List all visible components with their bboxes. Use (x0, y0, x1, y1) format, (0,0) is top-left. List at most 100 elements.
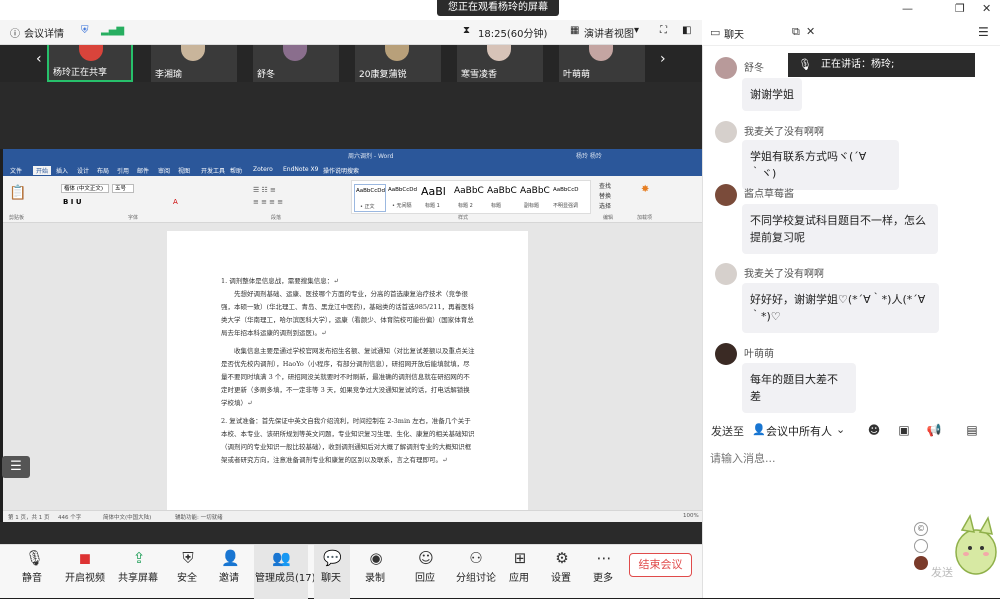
settings-button[interactable]: ⚙ 设置 (548, 545, 576, 599)
copyright-icon[interactable]: © (914, 522, 928, 536)
find-button[interactable]: 查找 (599, 181, 611, 190)
font-color-icon[interactable]: A (173, 198, 178, 206)
tab-references[interactable]: 引用 (117, 166, 129, 175)
align-icon[interactable]: ≡ ≡ ≡ ≡ (253, 198, 283, 206)
gear-icon: ⚙ (555, 549, 569, 567)
signal-icon[interactable]: ▂▄▆ (101, 25, 124, 36)
tab-mailings[interactable]: 邮件 (137, 166, 149, 175)
tab-file[interactable]: 文件 (10, 166, 22, 175)
more-button[interactable]: ⋯ 更多 (590, 545, 618, 599)
tab-design[interactable]: 设计 (77, 166, 89, 175)
end-meeting-button[interactable]: 结束会议 (629, 553, 692, 577)
video-tile[interactable]: 20康复蒲锐 (355, 45, 441, 82)
gear-icon[interactable] (914, 556, 928, 570)
apps-icon: ⊞ (513, 549, 527, 567)
tab-layout[interactable]: 布局 (97, 166, 109, 175)
info-icon[interactable]: ⓘ (10, 25, 20, 40)
send-to-select[interactable]: 会议中所有人 (766, 423, 832, 439)
tab-help[interactable]: 帮助 (230, 166, 242, 175)
security-button[interactable]: ⛨ 安全 (172, 545, 204, 599)
add-user-icon: 👤 (221, 549, 240, 567)
zoom-level: 100% (683, 513, 699, 519)
style-subtle-emphasis[interactable]: AaBbCcD 不明显强调 (552, 184, 588, 212)
chevron-down-icon[interactable]: ⌄ (836, 423, 845, 436)
share-screen-button[interactable]: ⇪ 共享屏幕 (116, 545, 164, 599)
group-paragraph: 段落 (271, 215, 282, 221)
manage-members-button[interactable]: 👥 管理成员(17) (254, 545, 316, 599)
chat-input[interactable] (710, 448, 990, 468)
smile-icon: ☺ (418, 549, 434, 567)
tab-home[interactable]: 开始 (33, 166, 52, 175)
maximize-icon[interactable]: ❐ (955, 2, 965, 15)
font-size-select[interactable]: 五号 (112, 184, 134, 193)
document-page[interactable]: 1. 调剂整体是信息战，需要搜集信息：↵ 先想好调剂基础、运康、医技哪个方面的专… (167, 231, 528, 510)
meeting-details-link[interactable]: 会议详情 (24, 25, 64, 40)
font-name-select[interactable]: 楷体 (中文正文) (61, 184, 109, 193)
style-no-spacing[interactable]: AaBbCcDd • 无间隔 (387, 184, 419, 212)
sender-name: 我麦关了没有啊啊 (744, 269, 824, 280)
menu-icon[interactable]: ☰ (978, 25, 989, 39)
tab-insert[interactable]: 插入 (56, 166, 68, 175)
tile-label: 舒冬 (257, 70, 276, 80)
megaphone-icon[interactable]: 📢 (926, 422, 942, 438)
tab-endnote[interactable]: EndNote X9 (283, 166, 318, 173)
fullscreen-icon[interactable]: ⛶ (660, 25, 667, 36)
float-icons[interactable]: © (914, 522, 930, 572)
reaction-button[interactable]: ☺ 回应 (410, 545, 442, 599)
replace-button[interactable]: 替换 (599, 191, 611, 200)
video-tile[interactable]: 李湘瑜 (151, 45, 237, 82)
send-button[interactable]: 发送 (931, 564, 953, 580)
list-icon[interactable]: ☰ ☷ ≡ (253, 186, 276, 194)
tab-developer[interactable]: 开发工具 (201, 166, 225, 175)
layout-icon[interactable]: ▦ (570, 25, 579, 36)
paste-icon[interactable]: 📋 (9, 185, 26, 201)
chat-settings-icon[interactable]: ▤ (964, 422, 980, 438)
video-tile[interactable]: 叶萌萌 (559, 45, 645, 82)
minimize-icon[interactable]: — (902, 2, 913, 15)
emoji-icon[interactable]: ☻ (866, 422, 882, 438)
video-tile[interactable]: 舒冬 (253, 45, 339, 82)
video-tile[interactable]: 杨玲正在共享 (47, 45, 133, 82)
avatar (79, 45, 103, 61)
style-title[interactable]: AaBbC 标题 (486, 184, 518, 212)
tab-review[interactable]: 审阅 (158, 166, 170, 175)
mute-button[interactable]: 🎙 静音 (14, 545, 54, 599)
close-icon[interactable]: ✕ (982, 2, 991, 15)
bold-icon[interactable]: B I U (63, 198, 82, 206)
avatar (487, 45, 511, 61)
send-to-row: 发送至 👤 会议中所有人 ⌄ ☻ ▣ 📢 ▤ (702, 420, 1000, 442)
prev-icon[interactable]: ‹ (36, 51, 42, 67)
message-bubble: 谢谢学姐 (742, 78, 802, 111)
style-normal[interactable]: AaBbCcDd • 正文 (354, 184, 386, 212)
invite-button[interactable]: 👤 邀请 (214, 545, 246, 599)
circle-icon[interactable] (914, 539, 928, 553)
record-button[interactable]: ◉ 录制 (360, 545, 392, 599)
next-icon[interactable]: › (660, 51, 666, 67)
addin-icon[interactable]: ✸ (641, 184, 649, 195)
sidebar-icon[interactable]: ◧ (682, 25, 691, 36)
style-heading-1[interactable]: AaBl 标题 1 (420, 184, 452, 212)
word-user: 杨玲 杨玲 (576, 153, 602, 160)
chat-button[interactable]: 💬 聊天 (314, 545, 350, 599)
tab-zotero[interactable]: Zotero (253, 166, 273, 173)
folder-icon[interactable]: ▣ (896, 422, 912, 438)
message-bubble: 学姐有联系方式吗ヾ(´∀｀ヾ) (742, 140, 899, 190)
video-tile[interactable]: 寒雪凌香 (457, 45, 543, 82)
presenter-view-button[interactable]: 演讲者视图 (584, 25, 634, 40)
members-icon: 👥 (272, 549, 291, 567)
tab-view[interactable]: 视图 (178, 166, 190, 175)
side-menu-icon[interactable]: ☰ (2, 456, 30, 478)
popout-icon[interactable]: ⧉ (792, 25, 800, 39)
chat-close-icon[interactable]: ✕ (806, 25, 815, 38)
chevron-down-icon[interactable]: ▾ (634, 25, 639, 36)
share-screen-icon: ⇪ (132, 549, 146, 567)
tab-tell-me[interactable]: 操作说明搜索 (323, 166, 359, 175)
style-subtitle[interactable]: AaBbC 副标题 (519, 184, 551, 212)
more-icon: ⋯ (596, 549, 612, 567)
shield-icon[interactable]: ⛨ (81, 25, 89, 36)
start-video-button[interactable]: ◼ 开启视频 (62, 545, 110, 599)
apps-button[interactable]: ⊞ 应用 (506, 545, 534, 599)
style-heading-2[interactable]: AaBbC 标题 2 (453, 184, 485, 212)
breakout-button[interactable]: ⚇ 分组讨论 (454, 545, 498, 599)
select-button[interactable]: 选择 (599, 201, 611, 210)
